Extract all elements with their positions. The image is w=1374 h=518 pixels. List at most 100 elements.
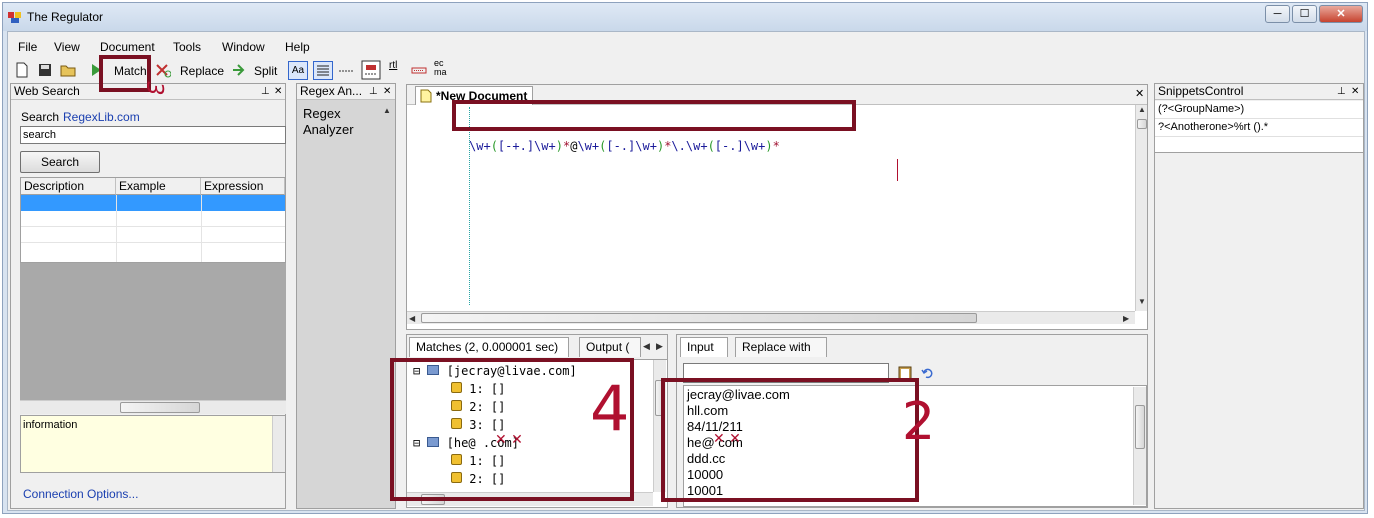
analyzer-text-line2: Analyzer: [303, 122, 354, 137]
scroll-thumb[interactable]: [421, 313, 977, 323]
split-button[interactable]: Split: [254, 64, 277, 78]
regex-token: \w+: [577, 139, 600, 153]
scroll-down-icon[interactable]: ▼: [1136, 297, 1148, 306]
regex-analyzer-panel: Regex An... ⊥ ✕ Regex Analyzer ▲: [296, 83, 396, 509]
menu-window[interactable]: Window: [222, 40, 265, 54]
tab-scroll-left-icon[interactable]: ◀: [643, 341, 650, 352]
maximize-button[interactable]: ☐: [1292, 5, 1317, 23]
editor-vertical-scrollbar[interactable]: ▲ ▼: [1135, 105, 1147, 311]
column-description[interactable]: Description: [21, 178, 116, 195]
regex-expression[interactable]: \w+([-+.]\w+)*@\w+([-.]\w+)*\.\w+([-.]\w…: [469, 139, 780, 153]
menu-file[interactable]: File: [18, 40, 37, 54]
table-row[interactable]: [21, 227, 285, 243]
search-label: Search: [21, 110, 60, 124]
tab-output[interactable]: Output (: [579, 337, 641, 357]
menu-document[interactable]: Document: [100, 40, 155, 54]
info-scrollbar[interactable]: [272, 416, 285, 472]
split-icon[interactable]: [230, 62, 246, 78]
connection-options-link[interactable]: Connection Options...: [23, 487, 138, 501]
close-icon[interactable]: ✕: [383, 84, 391, 99]
regex-token: [-.]: [606, 139, 636, 153]
column-expression[interactable]: Expression: [201, 178, 285, 195]
table-row-selected[interactable]: [21, 195, 285, 211]
editor-margin-line: [469, 107, 470, 305]
scroll-right-icon[interactable]: ▶: [1123, 314, 1129, 323]
pin-icon[interactable]: ⊥: [369, 84, 378, 99]
pin-icon[interactable]: ⊥: [1337, 84, 1346, 99]
toolbar: Match Replace Split Aa rtl ec ma: [8, 58, 1364, 82]
menu-help[interactable]: Help: [285, 40, 310, 54]
document-icon: [420, 89, 432, 103]
regex-token: \w+: [534, 139, 556, 153]
scroll-up-icon[interactable]: ▲: [383, 106, 391, 115]
divider: [1155, 118, 1363, 119]
close-icon[interactable]: ✕: [274, 84, 282, 99]
ecma-toggle[interactable]: ec ma: [434, 59, 447, 77]
web-search-panel: Web Search ⊥ ✕ Search RegexLib.com searc…: [10, 83, 286, 509]
tab-scroll-right-icon[interactable]: ▶: [656, 341, 663, 352]
column-example[interactable]: Example: [116, 178, 201, 195]
regex-token: *: [772, 139, 780, 153]
table-row[interactable]: [21, 243, 285, 259]
scroll-left-icon[interactable]: ◀: [409, 314, 415, 323]
regex-token: \w+: [635, 139, 657, 153]
scroll-up-icon[interactable]: ▲: [1136, 105, 1148, 114]
web-search-title: Web Search: [14, 84, 80, 98]
singleline-icon[interactable]: [338, 62, 354, 78]
annotation-box-input: [661, 378, 919, 502]
regex-analyzer-title: Regex An...: [300, 84, 363, 98]
scroll-thumb[interactable]: [1137, 119, 1147, 129]
annotation-number-3: 3: [141, 81, 167, 96]
regex-token: \w+: [469, 139, 491, 153]
rtl-toggle[interactable]: rtl: [389, 60, 397, 71]
scroll-thumb[interactable]: [120, 402, 200, 413]
horizontal-scrollbar[interactable]: [20, 400, 286, 414]
replace-button[interactable]: Replace: [180, 64, 224, 78]
minimize-button[interactable]: ─: [1265, 5, 1290, 23]
snippets-panel: SnippetsControl ⊥ ✕ (?<GroupName>) ?<Ano…: [1154, 83, 1364, 509]
editor-horizontal-scrollbar[interactable]: ◀ ▶: [407, 311, 1135, 324]
divider: [1155, 136, 1363, 137]
search-button[interactable]: Search: [20, 151, 100, 173]
close-icon[interactable]: ✕: [1351, 84, 1359, 99]
menu-bar: File View Document Tools Window Help: [8, 38, 1364, 56]
regex-token: \w+: [743, 139, 766, 153]
ignore-case-toggle[interactable]: Aa: [288, 61, 308, 80]
tab-matches[interactable]: Matches (2, 0.000001 sec): [409, 337, 569, 357]
multiline-toggle-icon[interactable]: [313, 61, 333, 80]
regex-token: [-.]: [714, 139, 744, 153]
explicit-capture-icon[interactable]: [361, 60, 381, 80]
new-document-icon[interactable]: [14, 62, 30, 78]
open-folder-icon[interactable]: [60, 62, 76, 78]
undo-icon[interactable]: [921, 366, 935, 380]
ecma-bottom-label: ma: [434, 67, 447, 77]
input-vertical-scrollbar[interactable]: [1133, 387, 1146, 505]
handwritten-mark: [897, 159, 898, 181]
tab-input[interactable]: Input: [680, 337, 728, 357]
pin-icon[interactable]: ⊥: [261, 84, 270, 99]
menu-tools[interactable]: Tools: [173, 40, 201, 54]
annotation-number-2: 2: [902, 392, 936, 452]
whitespace-icon[interactable]: [411, 62, 427, 78]
information-box: information: [20, 415, 286, 473]
replace-icon[interactable]: [155, 62, 171, 78]
regex-analyzer-header: Regex An... ⊥ ✕: [297, 84, 395, 100]
snippets-title: SnippetsControl: [1158, 84, 1244, 98]
save-icon[interactable]: [37, 62, 53, 78]
close-button[interactable]: ✕: [1319, 5, 1363, 23]
tab-replace-with[interactable]: Replace with: [735, 337, 827, 357]
regexlib-link[interactable]: RegexLib.com: [63, 110, 140, 124]
search-input[interactable]: search: [20, 126, 286, 144]
snippet-item[interactable]: (?<GroupName>): [1158, 103, 1244, 115]
window-title: The Regulator: [27, 10, 104, 24]
regex-token: \.: [671, 139, 686, 153]
menu-view[interactable]: View: [54, 40, 80, 54]
scroll-thumb[interactable]: [1135, 405, 1145, 449]
grid-divider: [116, 195, 117, 262]
table-row[interactable]: [21, 211, 285, 227]
annotation-number-4: 4: [590, 372, 630, 445]
information-text: information: [23, 419, 78, 431]
close-icon[interactable]: ✕: [1135, 87, 1144, 100]
snippet-item[interactable]: ?<Anotherone>%rt ().*: [1158, 121, 1268, 133]
annotation-box-regex: [452, 100, 856, 131]
